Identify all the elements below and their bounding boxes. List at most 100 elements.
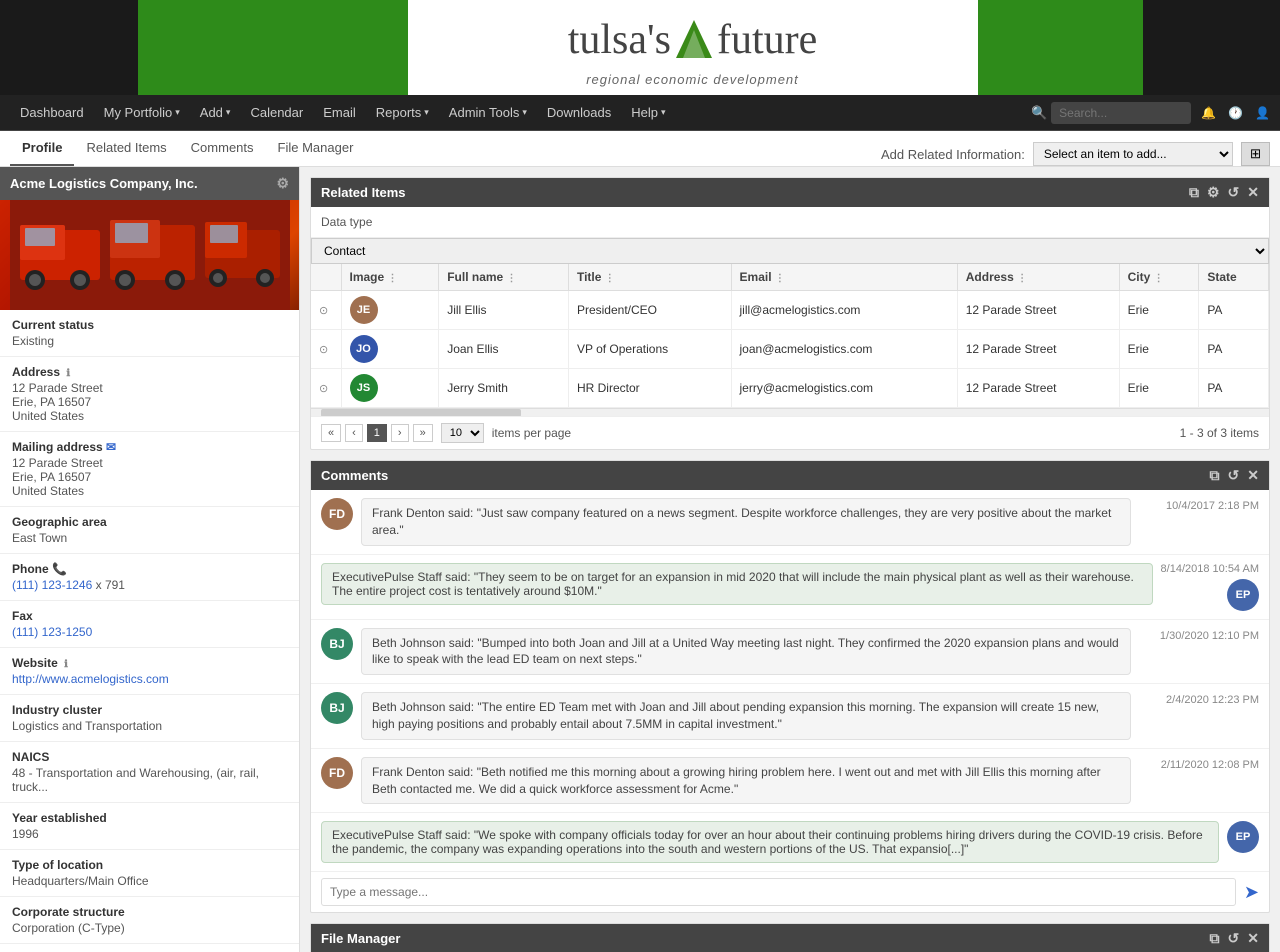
close-icon[interactable]: ✕ <box>1247 930 1259 947</box>
per-page-select[interactable]: 10 25 50 <box>441 423 484 443</box>
tab-related-items[interactable]: Related Items <box>74 130 178 166</box>
prev-page-btn[interactable]: ‹ <box>345 424 363 442</box>
user-icon[interactable]: 👤 <box>1255 106 1270 120</box>
phone-link[interactable]: (111) 123-1246 <box>12 578 92 592</box>
logo-area: tulsa's future <box>548 8 838 72</box>
logo-mountain-icon <box>675 18 713 60</box>
last-page-btn[interactable]: » <box>413 424 433 442</box>
comments-title: Comments <box>321 468 388 483</box>
col-header-fullname: Full name ⋮ <box>439 264 569 291</box>
add-related-section: Add Related Information: Select an item … <box>881 142 1270 166</box>
banner-subtitle: regional economic development <box>586 72 799 87</box>
message-input[interactable] <box>321 878 1236 906</box>
nav-help[interactable]: Help ▾ <box>621 95 675 131</box>
search-input[interactable] <box>1051 102 1191 124</box>
page-info: 1 - 3 of 3 items <box>1180 426 1259 440</box>
file-manager-panel: File Manager ⧉ ↺ ✕ File type (Blank) Del… <box>310 923 1270 952</box>
info-icon: ℹ <box>66 368 70 379</box>
col-header-email: Email ⋮ <box>731 264 957 291</box>
contact-name: Jill Ellis <box>439 291 569 330</box>
bell-icon[interactable]: 🔔 <box>1201 106 1216 120</box>
col-resize-icon[interactable]: ⋮ <box>507 273 517 284</box>
comment-timestamp: 2/11/2020 12:08 PM <box>1139 757 1259 771</box>
sidebar-field-status: Current status Existing <box>0 310 299 357</box>
email-icon[interactable]: ✉ <box>106 440 116 454</box>
contact-email: jerry@acmelogistics.com <box>731 369 957 408</box>
col-header-empty <box>311 264 341 291</box>
current-page-btn[interactable]: 1 <box>367 424 387 442</box>
contact-email: jill@acmelogistics.com <box>731 291 957 330</box>
chevron-down-icon: ▾ <box>226 107 231 118</box>
sidebar-field-geo: Geographic area East Town <box>0 507 299 554</box>
tab-profile[interactable]: Profile <box>10 130 74 166</box>
refresh-icon[interactable]: ↺ <box>1228 467 1240 484</box>
col-resize-icon[interactable]: ⋮ <box>388 273 398 284</box>
avatar: FD <box>321 498 353 530</box>
clock-icon[interactable]: 🕐 <box>1228 106 1243 120</box>
fax-link[interactable]: (111) 123-1250 <box>12 625 92 639</box>
banner-left-green <box>138 0 408 95</box>
comment-timestamp: 10/4/2017 2:18 PM <box>1139 498 1259 512</box>
right-panel: Related Items ⧉ ⚙ ↺ ✕ Data type Contact <box>300 167 1280 952</box>
nav-dashboard[interactable]: Dashboard <box>10 95 94 131</box>
settings-icon[interactable]: ⚙ <box>1207 184 1220 201</box>
website-link[interactable]: http://www.acmelogistics.com <box>12 672 169 686</box>
avatar: EP <box>1227 821 1259 853</box>
sidebar-field-website: Website ℹ http://www.acmelogistics.com <box>0 648 299 695</box>
contact-title: President/CEO <box>568 291 731 330</box>
close-icon[interactable]: ✕ <box>1247 184 1259 201</box>
add-related-button[interactable]: ⊞ <box>1241 142 1270 166</box>
data-type-label: Data type <box>321 215 372 229</box>
expand-icon[interactable]: ⧉ <box>1210 930 1220 947</box>
sidebar-field-mailing: Mailing address ✉ 12 Parade StreetErie, … <box>0 432 299 507</box>
main-content: Acme Logistics Company, Inc. ⚙ <box>0 167 1280 952</box>
gear-icon[interactable]: ⚙ <box>276 175 289 192</box>
subtabs-bar: Profile Related Items Comments File Mana… <box>0 131 1280 167</box>
next-page-btn[interactable]: › <box>391 424 409 442</box>
tab-file-manager[interactable]: File Manager <box>266 130 366 166</box>
refresh-icon[interactable]: ↺ <box>1228 930 1240 947</box>
contact-name: Jerry Smith <box>439 369 569 408</box>
contact-city: Erie <box>1119 369 1199 408</box>
add-related-select[interactable]: Select an item to add... <box>1033 142 1233 166</box>
panel-header-icons: ⧉ ⚙ ↺ ✕ <box>1189 184 1259 201</box>
row-menu-icon[interactable]: ⊙ <box>319 344 328 356</box>
nav-admin[interactable]: Admin Tools ▾ <box>439 95 537 131</box>
pagination: « ‹ 1 › » 10 25 50 items per page 1 - 3 … <box>311 416 1269 449</box>
contact-state: PA <box>1199 291 1269 330</box>
nav-portfolio[interactable]: My Portfolio ▾ <box>94 95 190 131</box>
col-resize-icon[interactable]: ⋮ <box>605 273 615 284</box>
expand-icon[interactable]: ⧉ <box>1189 184 1199 201</box>
expand-icon[interactable]: ⧉ <box>1210 467 1220 484</box>
data-type-select[interactable]: Contact <box>311 238 1269 264</box>
nav-downloads[interactable]: Downloads <box>537 95 621 131</box>
send-button[interactable]: ➤ <box>1244 882 1259 903</box>
truck-image <box>10 200 290 310</box>
col-resize-icon[interactable]: ⋮ <box>1017 273 1027 284</box>
banner: tulsa's future regional economic develop… <box>0 0 1280 95</box>
comment-item: BJ Beth Johnson said: "The entire ED Tea… <box>311 684 1269 749</box>
logo-text-right: future <box>717 16 817 64</box>
refresh-icon[interactable]: ↺ <box>1228 184 1240 201</box>
table-row: ⊙ JE Jill Ellis President/CEO jill@acmel… <box>311 291 1269 330</box>
row-menu-icon[interactable]: ⊙ <box>319 305 328 317</box>
scrollbar[interactable] <box>311 408 1269 416</box>
nav-email[interactable]: Email <box>313 95 366 131</box>
chevron-down-icon: ▾ <box>424 107 429 118</box>
comments-panel: Comments ⧉ ↺ ✕ FD Frank Denton said: "Ju… <box>310 460 1270 913</box>
first-page-btn[interactable]: « <box>321 424 341 442</box>
contact-city: Erie <box>1119 291 1199 330</box>
row-menu-icon[interactable]: ⊙ <box>319 383 328 395</box>
nav-calendar[interactable]: Calendar <box>240 95 313 131</box>
close-icon[interactable]: ✕ <box>1247 467 1259 484</box>
col-resize-icon[interactable]: ⋮ <box>1154 273 1164 284</box>
sidebar-field-phone: Phone 📞 (111) 123-1246 x 791 <box>0 554 299 601</box>
avatar: BJ <box>321 628 353 660</box>
col-resize-icon[interactable]: ⋮ <box>775 273 785 284</box>
comments-header: Comments ⧉ ↺ ✕ <box>311 461 1269 490</box>
nav-reports[interactable]: Reports ▾ <box>366 95 439 131</box>
contact-state: PA <box>1199 330 1269 369</box>
comment-timestamp: 8/14/2018 10:54 AM <box>1161 563 1259 575</box>
nav-add[interactable]: Add ▾ <box>190 95 241 131</box>
tab-comments[interactable]: Comments <box>179 130 266 166</box>
